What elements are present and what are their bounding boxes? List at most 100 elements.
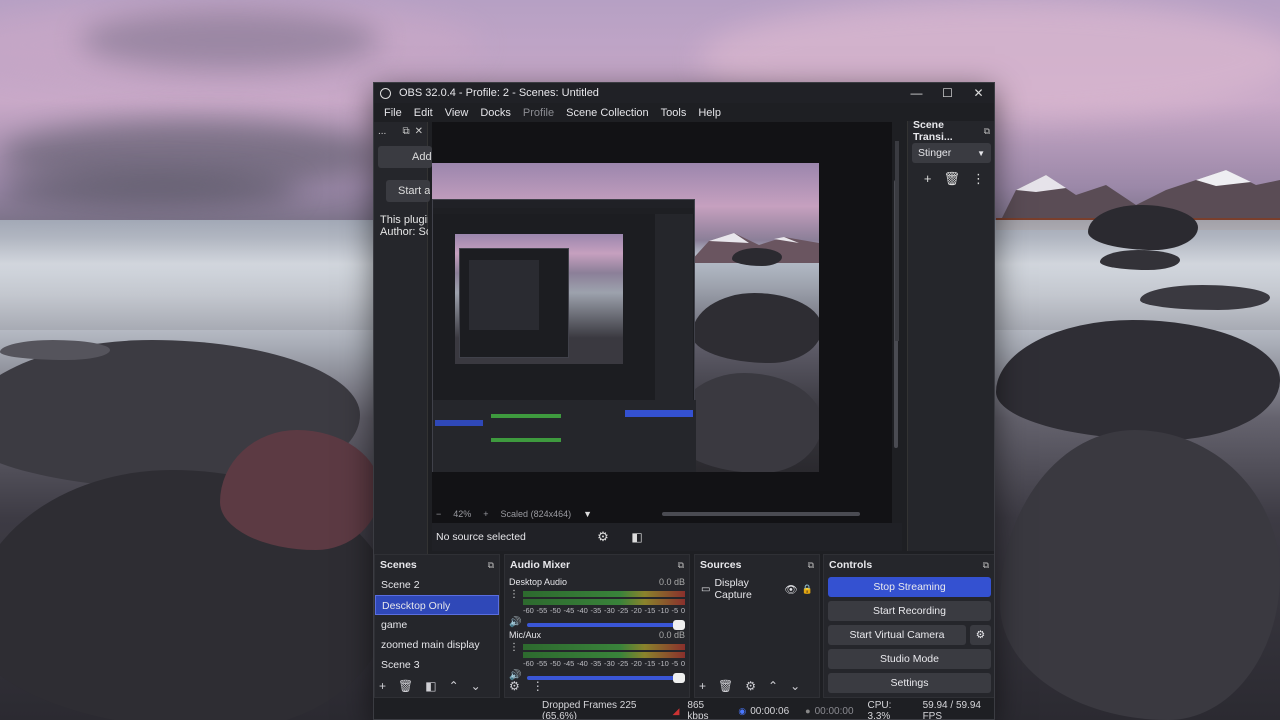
- dock-float-icon[interactable]: ⧉: [984, 126, 990, 137]
- status-bar: Dropped Frames 225 (65.6%) ◢ 865 kbps ◉ …: [374, 700, 994, 720]
- start-virtual-camera-button[interactable]: Start Virtual Camera: [828, 625, 966, 645]
- add-button[interactable]: Add: [378, 146, 432, 168]
- channel-menu-icon[interactable]: ⋮: [509, 642, 519, 653]
- preview-horizontal-scrollbar[interactable]: [662, 512, 860, 516]
- network-icon: ◢: [672, 705, 680, 716]
- menu-tools[interactable]: Tools: [655, 107, 693, 119]
- dock-splitter[interactable]: [895, 141, 899, 341]
- menu-help[interactable]: Help: [692, 107, 727, 119]
- mixer-channel-desktop: Desktop Audio 0.0 dB ⋮ -60 -55 -50 -45 -40 -3…: [509, 577, 685, 630]
- window-title: OBS 32.0.4 - Profile: 2 - Scenes: Untitl…: [399, 87, 599, 99]
- scenes-title: Scenes: [380, 559, 417, 571]
- scene-item-selected[interactable]: Descktop Only: [375, 595, 499, 615]
- source-properties-icon[interactable]: ⚙: [745, 679, 756, 693]
- start-recording-button[interactable]: Start Recording: [828, 601, 991, 621]
- close-icon[interactable]: ✕: [415, 126, 423, 137]
- rock: [1140, 285, 1270, 310]
- menu-edit[interactable]: Edit: [408, 107, 439, 119]
- dock-float-icon[interactable]: ⧉: [488, 560, 494, 571]
- move-down-icon[interactable]: ⌄: [471, 679, 481, 693]
- preview-canvas[interactable]: [432, 163, 819, 472]
- zoom-out-button[interactable]: −: [436, 509, 441, 519]
- sources-dock: Sources ⧉ ▭ Display Capture 👁 🔒 + 🗑 ⚙ ⌃ …: [694, 554, 820, 698]
- menu-scene-collection[interactable]: Scene Collection: [560, 107, 655, 119]
- studio-mode-button[interactable]: Studio Mode: [828, 649, 991, 669]
- minimize-button[interactable]: —: [901, 83, 932, 103]
- scene-item[interactable]: zoomed main display: [375, 635, 499, 655]
- dock-float-icon[interactable]: ⧉: [678, 560, 684, 571]
- canvas-rock: [692, 293, 819, 363]
- properties-gear-icon[interactable]: ⚙: [586, 529, 620, 545]
- channel-menu-icon[interactable]: ⋮: [509, 589, 519, 600]
- volume-meter: [523, 599, 685, 605]
- speaker-icon[interactable]: 🔊: [509, 617, 521, 628]
- move-down-icon[interactable]: ⌄: [790, 679, 800, 693]
- dropped-frames: Dropped Frames 225 (65.6%): [542, 700, 637, 720]
- sources-toolbar: + 🗑 ⚙ ⌃ ⌄: [699, 679, 800, 693]
- recording-icon: ●: [805, 706, 811, 716]
- scene-item[interactable]: game: [375, 615, 499, 635]
- transition-select[interactable]: Stinger ▼: [912, 143, 991, 163]
- mixer-toolbar: ⚙ ⋮: [509, 679, 544, 693]
- meter-scale: -60 -55 -50 -45 -40 -35 -30 -25 -20 -15 -10 -5 0: [523, 606, 685, 615]
- filters-icon[interactable]: ◧: [425, 679, 436, 693]
- streaming-icon: ◉: [738, 705, 747, 716]
- plugin-description: This plugin: [380, 214, 428, 226]
- controls-dock: Controls ⧉ Stop Streaming Start Recordin…: [823, 554, 994, 698]
- plugin-dock: ... ⧉ ✕ Add Start al This plugin Author:…: [374, 122, 432, 590]
- advanced-audio-icon[interactable]: ⚙: [509, 679, 520, 693]
- add-transition-icon[interactable]: +: [924, 171, 932, 187]
- sources-title: Sources: [700, 559, 742, 571]
- scene-list: Scene 2 Descktop Only game zoomed main d…: [375, 575, 499, 675]
- volume-slider[interactable]: [527, 619, 685, 630]
- plugin-dock-title: ...: [378, 125, 387, 137]
- rock: [1000, 430, 1280, 720]
- cpu-usage: CPU: 3.3%: [867, 700, 892, 720]
- scale-mode: Scaled (824x464): [500, 509, 572, 519]
- scene-item[interactable]: Scene 3: [375, 655, 499, 675]
- rock: [0, 340, 110, 360]
- close-button[interactable]: ✕: [963, 83, 994, 103]
- rock: [220, 430, 380, 550]
- scene-item[interactable]: Scene 2: [375, 575, 499, 595]
- menu-view[interactable]: View: [439, 107, 475, 119]
- add-source-icon[interactable]: +: [699, 679, 706, 693]
- dock-float-icon[interactable]: ⧉: [808, 560, 814, 571]
- rock: [1088, 205, 1198, 250]
- virtual-camera-gear-icon[interactable]: ⚙: [970, 625, 991, 645]
- filters-icon[interactable]: ◧: [620, 530, 654, 544]
- slider-knob[interactable]: [673, 672, 685, 683]
- record-time: 00:00:00: [814, 705, 854, 717]
- fps: 59.94 / 59.94 FPS: [922, 700, 981, 720]
- visibility-eye-icon[interactable]: 👁: [784, 583, 797, 596]
- menu-profile[interactable]: Profile: [517, 107, 560, 119]
- cloud: [80, 10, 380, 70]
- lock-icon[interactable]: 🔒: [802, 584, 813, 595]
- maximize-button[interactable]: ☐: [932, 83, 963, 103]
- more-options-icon[interactable]: ⋮: [972, 171, 985, 187]
- start-all-button[interactable]: Start al: [386, 180, 430, 202]
- move-up-icon[interactable]: ⌃: [449, 679, 459, 693]
- menu-docks[interactable]: Docks: [474, 107, 517, 119]
- dock-float-icon[interactable]: ⧉: [983, 560, 989, 571]
- stop-streaming-button[interactable]: Stop Streaming: [828, 577, 991, 597]
- remove-scene-icon[interactable]: 🗑: [398, 679, 413, 693]
- volume-slider[interactable]: [527, 672, 685, 683]
- remove-transition-icon[interactable]: 🗑: [943, 171, 960, 187]
- title-bar[interactable]: OBS 32.0.4 - Profile: 2 - Scenes: Untitl…: [374, 83, 994, 103]
- settings-button[interactable]: Settings: [828, 673, 991, 693]
- zoom-in-button[interactable]: +: [483, 509, 488, 519]
- scale-dropdown-icon[interactable]: ▼: [583, 509, 592, 519]
- move-up-icon[interactable]: ⌃: [768, 679, 778, 693]
- scenes-toolbar: + 🗑 ◧ ⌃ ⌄: [379, 679, 481, 693]
- source-item[interactable]: ▭ Display Capture 👁 🔒: [695, 575, 819, 603]
- remove-source-icon[interactable]: 🗑: [718, 679, 733, 693]
- menu-file[interactable]: File: [378, 107, 408, 119]
- slider-knob[interactable]: [673, 619, 685, 630]
- source-name: Display Capture: [714, 577, 752, 601]
- preview-area[interactable]: [432, 122, 892, 550]
- float-icon[interactable]: ⧉: [402, 126, 409, 137]
- obs-window: OBS 32.0.4 - Profile: 2 - Scenes: Untitl…: [373, 82, 995, 720]
- mixer-menu-icon[interactable]: ⋮: [532, 679, 544, 693]
- add-scene-icon[interactable]: +: [379, 679, 386, 693]
